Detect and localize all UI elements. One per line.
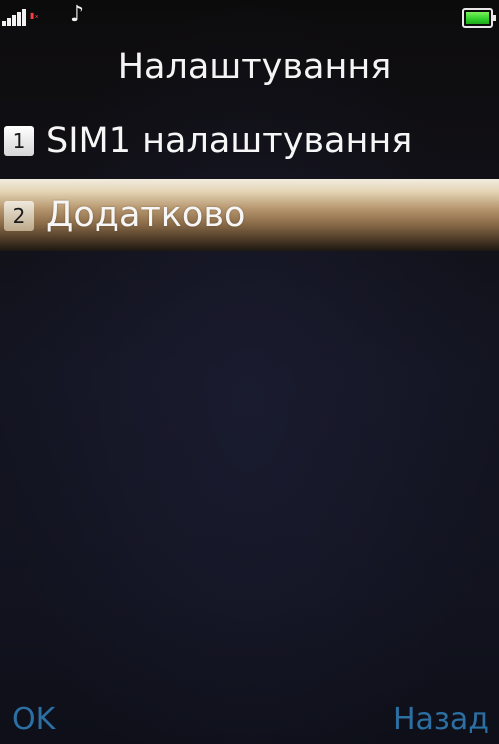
menu-item-label: Додатково	[46, 195, 246, 235]
battery-full-icon	[462, 8, 496, 28]
menu-item-number: 1	[4, 126, 34, 156]
status-bar: ▮ₓ ♪	[0, 0, 499, 34]
menu-item-sim1-settings[interactable]: 1 SIM1 налаштування	[0, 106, 499, 178]
battery-tip	[493, 15, 496, 21]
ok-softkey[interactable]: OK	[12, 702, 55, 738]
signal-bars-icon	[2, 8, 28, 26]
page-title: Налаштування	[117, 47, 392, 87]
sim-missing-mark: ₓ	[34, 10, 39, 21]
phone-screen: ▮ₓ ♪ Налаштування 1 SIM1 налаштування 2 …	[0, 0, 499, 744]
music-note-icon: ♪	[70, 2, 85, 27]
menu-item-number: 2	[4, 201, 34, 231]
menu-item-additional[interactable]: 2 Додатково	[0, 179, 499, 251]
menu-item-label: SIM1 налаштування	[46, 121, 413, 161]
back-softkey[interactable]: Назад	[393, 702, 489, 738]
sim-missing-icon: ▮ₓ	[30, 10, 39, 21]
battery-level-fill	[466, 12, 489, 24]
